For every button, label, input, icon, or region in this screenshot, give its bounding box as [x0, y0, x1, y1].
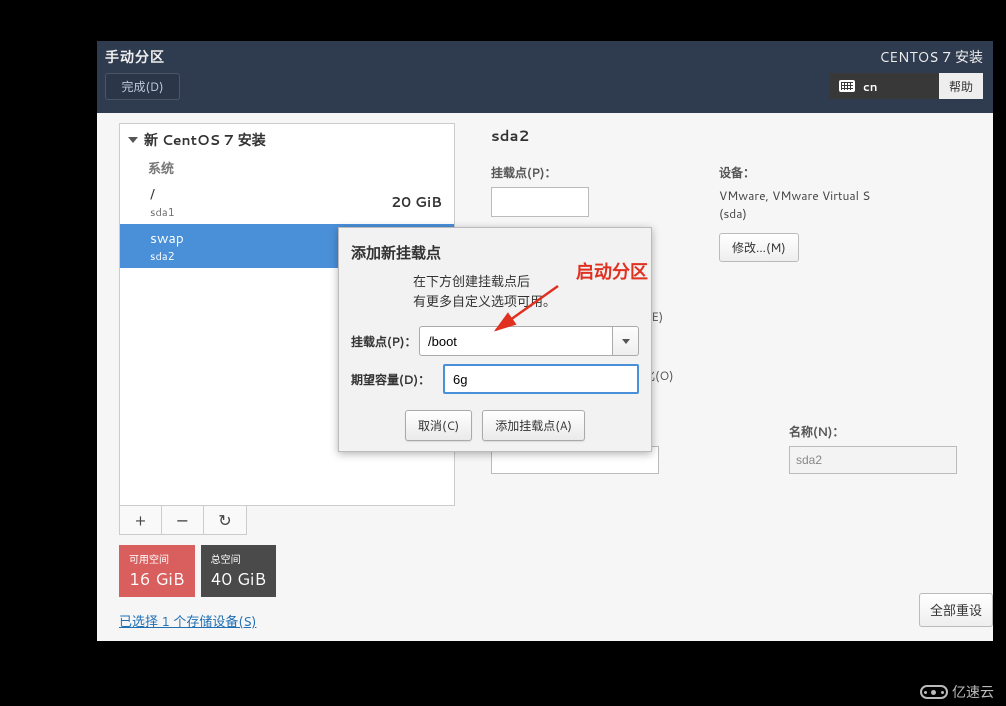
- chevron-down-icon: [128, 137, 138, 143]
- dialog-capacity-input[interactable]: [443, 364, 639, 394]
- dialog-mount-dropdown[interactable]: [613, 326, 639, 356]
- modify-device-button[interactable]: 修改...(M): [719, 233, 799, 262]
- dialog-mount-label: 挂载点(P)：: [351, 333, 419, 350]
- list-title: 新 CentOS 7 安装: [144, 130, 266, 150]
- storage-devices-link[interactable]: 已选择 1 个存储设备(S): [119, 611, 455, 631]
- watermark-text: 亿速云: [952, 682, 994, 702]
- partition-device: sda2: [150, 248, 184, 264]
- available-space-box: 可用空间 16 GiB: [119, 545, 195, 597]
- partition-size: 20 GiB: [391, 192, 442, 212]
- dialog-description: 在下方创建挂载点后 有更多自定义选项可用。: [351, 273, 639, 312]
- keyboard-icon: [839, 80, 855, 92]
- dialog-cancel-button[interactable]: 取消(C): [405, 410, 472, 441]
- dialog-title: 添加新挂载点: [351, 242, 639, 263]
- selected-partition-title: sda2: [491, 125, 993, 146]
- section-label: 系统: [120, 156, 454, 180]
- top-header: 手动分区 完成(D) CENTOS 7 安装 cn 帮助: [97, 41, 993, 113]
- watermark-icon: [920, 685, 948, 699]
- partition-mount: /: [150, 184, 175, 204]
- available-space-value: 16 GiB: [129, 567, 185, 591]
- keyboard-lang: cn: [863, 78, 878, 95]
- remove-partition-button[interactable]: −: [162, 506, 204, 534]
- reset-all-button[interactable]: 全部重设: [919, 593, 993, 627]
- dialog-add-button[interactable]: 添加挂载点(A): [482, 410, 585, 441]
- keyboard-indicator[interactable]: cn: [829, 73, 939, 99]
- help-button[interactable]: 帮助: [939, 73, 983, 99]
- name-input: [789, 446, 957, 474]
- done-button[interactable]: 完成(D): [105, 73, 180, 100]
- partition-mount: swap: [150, 228, 184, 248]
- total-space-label: 总空间: [211, 551, 267, 567]
- dialog-mount-input[interactable]: [419, 326, 613, 356]
- add-partition-button[interactable]: +: [120, 506, 162, 534]
- device-label: 设备：: [719, 164, 879, 181]
- mountpoint-label: 挂载点(P)：: [491, 164, 589, 181]
- mountpoint-input[interactable]: [491, 187, 589, 217]
- name-field-label: 名称(N)：: [789, 423, 957, 440]
- reload-button[interactable]: ↻: [204, 506, 246, 534]
- install-name: CENTOS 7 安装: [879, 47, 983, 67]
- page-title: 手动分区: [105, 47, 180, 67]
- list-header[interactable]: 新 CentOS 7 安装: [120, 124, 454, 156]
- space-summary: 可用空间 16 GiB 总空间 40 GiB: [119, 545, 455, 597]
- watermark: 亿速云: [920, 682, 994, 702]
- chevron-down-icon: [622, 339, 630, 344]
- add-mountpoint-dialog: 添加新挂载点 在下方创建挂载点后 有更多自定义选项可用。 挂载点(P)： 期望容…: [338, 227, 652, 452]
- dialog-capacity-label: 期望容量(D)：: [351, 371, 443, 388]
- partition-device: sda1: [150, 204, 175, 220]
- device-text: VMware, VMware Virtual S (sda): [719, 187, 879, 223]
- partition-row-root[interactable]: / sda1 20 GiB: [120, 180, 454, 224]
- list-toolbar: + − ↻: [119, 506, 247, 535]
- total-space-value: 40 GiB: [211, 567, 267, 591]
- total-space-box: 总空间 40 GiB: [201, 545, 277, 597]
- available-space-label: 可用空间: [129, 551, 185, 567]
